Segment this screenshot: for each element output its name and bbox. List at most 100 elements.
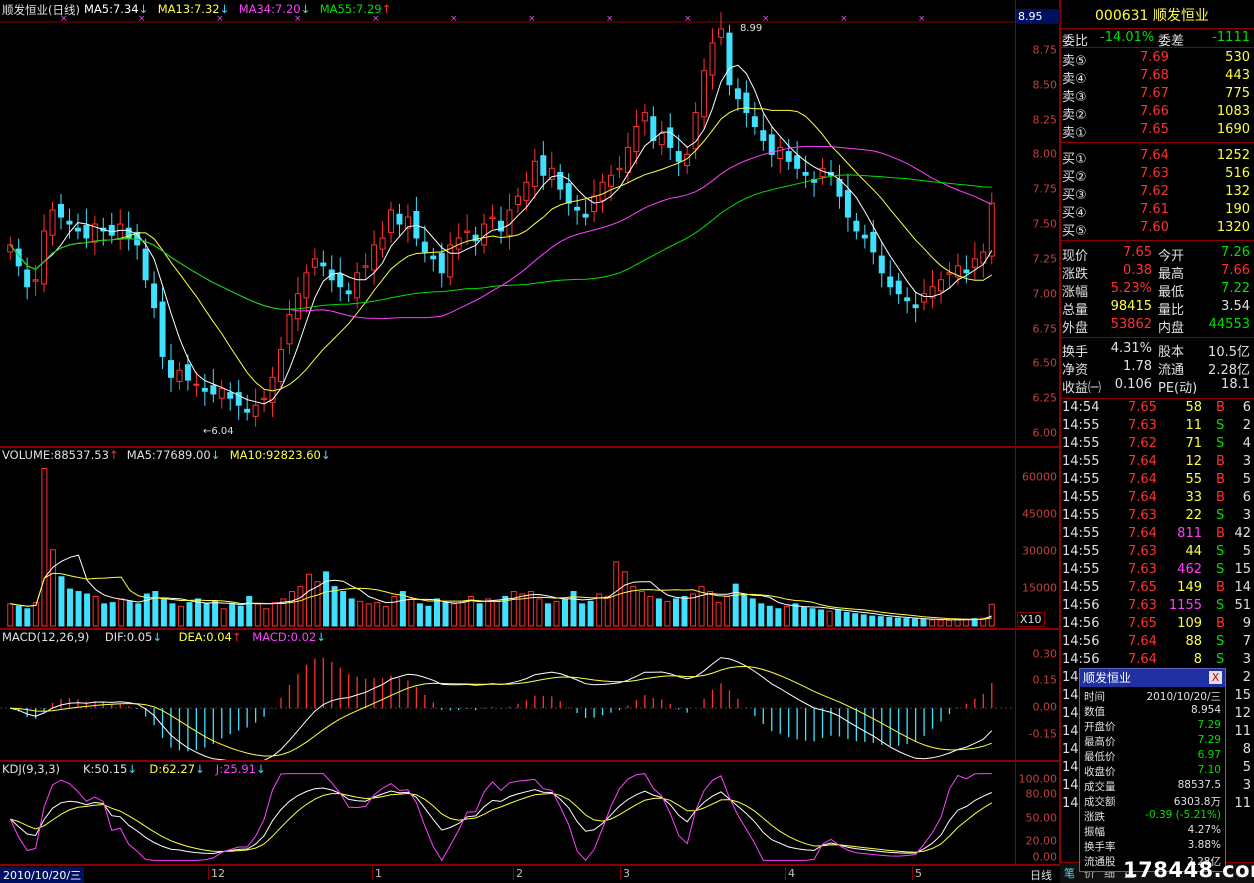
volume-bar [886, 616, 893, 627]
axis-tick-label: 20.00 [1025, 834, 1058, 848]
tick-count: 5 [1242, 760, 1251, 775]
candle [718, 12, 724, 46]
tick-side: S [1216, 634, 1225, 649]
candle [861, 224, 868, 249]
tick-time: 14:55 [1062, 562, 1100, 577]
volume-bar [630, 586, 637, 627]
price-panel[interactable]: × × × × × × × × × × × × 8.99 ←6.04 [0, 0, 1060, 447]
event-marker: × [840, 14, 848, 24]
tick-volume: 109 [1177, 616, 1202, 631]
stats-row: 涨幅 5.23% 最低 7.22 [1060, 281, 1254, 300]
volume-bar [135, 603, 142, 627]
volume-bar [271, 602, 278, 627]
macd-panel[interactable] [0, 629, 1060, 761]
volume-bar [800, 607, 807, 627]
stat-label: 最低 [1158, 285, 1185, 300]
tick-volume: 8 [1193, 652, 1202, 667]
popup-key: 时间 [1084, 691, 1105, 703]
candle [946, 262, 953, 289]
tick-count: 8 [1242, 742, 1251, 757]
stats-box: 现价 7.65 今开 7.26 涨跌 0.38 最高 7.66 涨幅 5.23% 最低 7.22 总量 9… [1060, 243, 1254, 338]
volume-bar [843, 611, 850, 627]
arrow-icon: ↑ [108, 448, 119, 462]
indicator-label: MA10:92823.60↓ [229, 448, 331, 462]
popup-key: 数值 [1084, 706, 1105, 718]
volume-chart[interactable] [0, 448, 1015, 628]
candle [303, 264, 310, 313]
tab-0[interactable]: 笔 [1064, 865, 1075, 881]
tick-volume: 811 [1177, 526, 1202, 541]
volume-bar [852, 613, 859, 627]
axis-tick-label: 7.50 [1032, 217, 1058, 231]
close-icon[interactable]: X [1209, 671, 1222, 684]
popup-row: 成交量 88537.5 [1080, 779, 1225, 793]
tick-price: 7.63 [1128, 544, 1157, 559]
popup-header[interactable]: 顺发恒业 X [1080, 669, 1225, 687]
tick-time: 14:55 [1062, 580, 1100, 595]
tick-time: 14:56 [1062, 652, 1100, 667]
book-row: 买④ 7.61 190 [1060, 202, 1254, 221]
tick-row: 14:54 7.65 58 B 6 [1060, 400, 1254, 418]
tick-count: 3 [1242, 454, 1251, 469]
tick-side: S [1216, 508, 1225, 523]
volume-bar [126, 600, 133, 627]
macd-chart[interactable] [0, 630, 1015, 760]
stat-label: 最高 [1158, 267, 1185, 282]
volume-bar [707, 591, 714, 627]
candle [540, 141, 547, 190]
tick-row: 14:55 7.63 44 S 5 [1060, 544, 1254, 562]
tick-time-stub: 14 [1062, 706, 1079, 721]
tick-volume: 462 [1177, 562, 1202, 577]
fin-value: 0.106 [1114, 377, 1152, 392]
fin-label: 换手 [1062, 345, 1089, 360]
tick-count: 6 [1242, 400, 1251, 415]
volume-bar [809, 608, 816, 627]
volume-bar [766, 605, 773, 627]
data-popup[interactable]: 顺发恒业 X 时间 2010/10/20/三 数值 8.954 开盘价 7.29 最高价 7.… [1079, 668, 1226, 872]
volume-bar [920, 619, 927, 627]
book-price: 7.60 [1140, 220, 1169, 235]
tick-row: 14:55 7.64 55 B 5 [1060, 472, 1254, 490]
volume-bar [24, 608, 31, 627]
volume-bar [758, 603, 765, 627]
volume-bar [664, 600, 671, 627]
kdj-panel[interactable] [0, 761, 1060, 865]
tick-row: 14:55 7.64 12 B 3 [1060, 454, 1254, 472]
volume-bar [587, 600, 594, 627]
volume-bar [169, 603, 176, 627]
volume-bar [493, 599, 500, 627]
candle [667, 113, 674, 160]
candle [184, 354, 191, 391]
stat-value: 0.38 [1123, 263, 1152, 278]
stat-value: 53862 [1110, 317, 1152, 332]
book-price: 7.66 [1140, 104, 1169, 119]
book-label: 卖③ [1062, 90, 1087, 105]
candle [811, 171, 818, 197]
volume-bar [92, 595, 99, 627]
volume-bar [621, 571, 628, 627]
candle [701, 58, 708, 130]
volume-bar [229, 603, 236, 627]
stat-value: 7.26 [1221, 245, 1250, 260]
tick-side: B [1216, 472, 1225, 487]
stock-code: 000631 [1095, 8, 1149, 24]
tick-time-stub: 14 [1062, 688, 1079, 703]
tick-price: 7.64 [1128, 526, 1157, 541]
candlestick-chart[interactable]: × × × × × × × × × × × ×8.99←6.04 [0, 0, 1015, 447]
tick-count: 11 [1234, 724, 1251, 739]
tick-count: 7 [1242, 634, 1251, 649]
kdj-chart[interactable] [0, 762, 1015, 864]
tick-volume: 1155 [1168, 598, 1202, 613]
finance-row: 换手 4.31% 股本 10.5亿 [1060, 341, 1254, 360]
tick-price: 7.65 [1128, 400, 1157, 415]
price-current-box: 8.95 [1016, 9, 1062, 24]
volume-panel[interactable] [0, 447, 1060, 629]
book-row: 卖⑤ 7.69 530 [1060, 50, 1254, 69]
popup-key: 成交额 [1084, 796, 1116, 808]
arrow-icon: ↑ [231, 630, 242, 644]
volume-bar [41, 467, 48, 627]
stat-label: 内盘 [1158, 321, 1185, 336]
axis-tick-label: 7.25 [1032, 252, 1058, 266]
period-label[interactable]: 日线 [1030, 867, 1052, 883]
tick-time: 14:56 [1062, 598, 1100, 613]
